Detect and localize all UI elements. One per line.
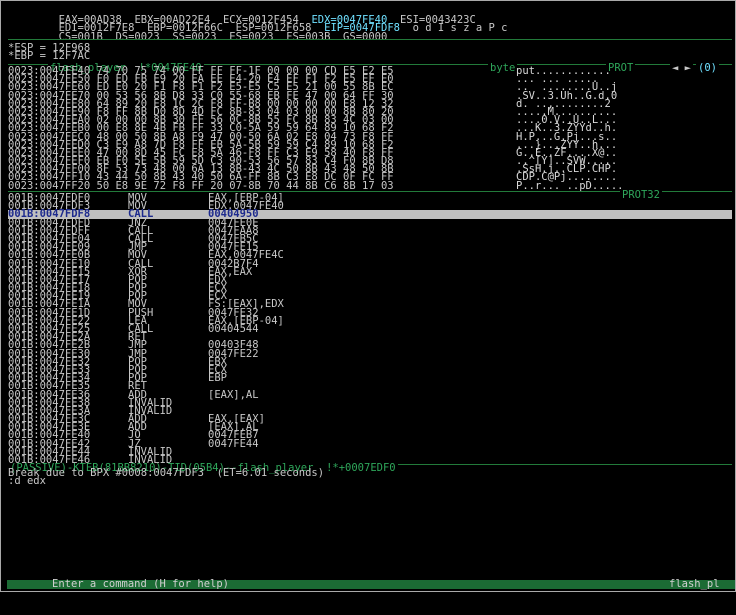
data-bytes-column: 0023:0047FE40 74 70 75 74 00 FF FF FF-1F… (8, 66, 516, 191)
code-row[interactable]: 001B:0047FDF3 MOV EDX,0047FE40 (8, 201, 732, 212)
register-line-1: EAX=00AD38 EBX=00AD22E4 ECX=0012F454 EDX… (8, 8, 732, 26)
code-row[interactable]: 001B:0047FE17 POP EDX (8, 273, 732, 286)
command-log[interactable]: Break due to BPX #0008:0047FDF3 (ET=6.01… (8, 467, 732, 569)
code-footer-separator: (PASSIVE)-KTEB(81BB8210)-TID(05B4)--flas… (8, 463, 732, 473)
code-operands: ECX (208, 363, 227, 376)
code-row[interactable]: 001B:0047FDF0 MOV EAX,[EBP-04] (8, 193, 732, 204)
code-row[interactable]: 001B:0047FE42 JZ 0047FE44 (8, 437, 732, 450)
code-row[interactable]: 001B:0047FE0B MOV EAX,0047FE4C (8, 250, 732, 261)
stack-watch-panel: *ESP = 12F968 *EBP = 12F7AC (8, 42, 732, 63)
code-window-separator: PROT32 (8, 190, 732, 200)
break-message: Break due to BPX #0008:0047FDF3 (ET=6.01… (8, 467, 325, 479)
code-row[interactable]: 001B:0047FE2B JMP 00403F48 (8, 340, 732, 351)
code-row[interactable]: 001B:0047FE1A MOV FS:[EAX],EDX (8, 299, 732, 310)
code-row[interactable]: 001B:0047FDFF CALL 0047FAA8 (8, 225, 732, 236)
code-operands: [EAX],AL (208, 388, 259, 401)
cpu-flags: o d I s z a P c (399, 22, 508, 35)
code-row[interactable]: 001B:0047FE40 JO 0047FEB7 (8, 430, 732, 441)
code-row[interactable]: 001B:0047FE44 INVALID (8, 446, 732, 457)
command-hint: Enter a command (H for help) (52, 578, 230, 590)
segment-registers: CS=001B DS=0023 SS=0023 ES=0023 FS=003B … (58, 30, 388, 43)
code-row[interactable]: 001B:0047FE2A RET (8, 332, 732, 343)
code-row[interactable]: 001B:0047FE30 JMP 0047FE22 (8, 347, 732, 360)
code-row[interactable]: 001B:0047FE3A INVALID (8, 405, 732, 416)
code-operands: EBP (208, 372, 227, 385)
code-row[interactable]: 001B:0047FE34 POP EBP (8, 372, 732, 385)
code-row[interactable]: 001B:0047FE38 INVALID (8, 397, 732, 408)
code-operands: 0042B7F4 (208, 257, 259, 270)
code-row[interactable]: 001B:0047FE3C ADD EAX,[EAX] (8, 414, 732, 425)
status-bar: Enter a command (H for help) flash_pl (7, 578, 735, 590)
debugger-screen: EAX=00AD38 EBX=00AD22E4 ECX=0012F454 EDX… (4, 4, 735, 590)
code-operands: EAX,EAX (208, 265, 253, 278)
current-process: flash_pl (669, 578, 720, 590)
code-row[interactable]: 001B:0047FE09 JMP 0047FE15 (8, 242, 732, 253)
code-row[interactable]: 001B:0047FE36 ADD [EAX],AL (8, 388, 732, 401)
register-panel: EAX=00AD38 EBX=00AD22E4 ECX=0012F454 EDX… (8, 8, 732, 42)
code-operands: 0047FE44 (208, 437, 259, 450)
code-row[interactable]: 001B:0047FE1D PUSH 0047FE32 (8, 307, 732, 318)
softice-window: EAX=00AD38 EBX=00AD22E4 ECX=0012F454 EDX… (0, 0, 736, 592)
code-row[interactable]: 001B:0047FE33 POP ECX (8, 363, 732, 376)
code-row[interactable]: 001B:0047FE10 CALL 0042B7F4 (8, 257, 732, 270)
code-row[interactable]: 001B:0047FE15 XOR EAX,EAX (8, 265, 732, 278)
code-row[interactable]: 001B:0047FE22 LEA EAX,[EBP-04] (8, 315, 732, 326)
code-row-current[interactable]: 001B:0047FDF8 CALL 00404950 (8, 209, 732, 220)
data-row-ascii: P..r... ..pD..... (516, 179, 624, 192)
data-row[interactable]: 0023:0047FF20 50 E8 9E 72 F8 FF 20 07-8B… (8, 180, 516, 191)
code-row[interactable]: 001B:0047FE19 POP ECX (8, 291, 732, 302)
esp-watch: *ESP = 12F968 (8, 42, 91, 54)
code-row[interactable]: 001B:0047FE32 POP EBX (8, 355, 732, 368)
code-row[interactable]: 001B:0047FE04 CALL 0047FB5C (8, 234, 732, 245)
code-row[interactable]: 001B:0047FE3E ADD [EAX],AL (8, 422, 732, 433)
data-ascii-column: put............... ... ....... ........U… (516, 66, 696, 192)
ebp-watch: *EBP = 12F7AC (8, 50, 91, 63)
code-operands: ECX (208, 282, 227, 295)
code-operands: 0047FE22 (208, 347, 259, 360)
code-operands: 00404544 (208, 323, 259, 335)
divider (8, 39, 732, 40)
code-row[interactable]: 001B:0047FE18 POP ECX (8, 282, 732, 295)
code-row[interactable]: 001B:0047FE25 CALL 00404544 (8, 323, 732, 335)
code-operands: EBX (208, 355, 227, 368)
code-operands: EDX (208, 273, 227, 286)
code-window[interactable]: 001B:0047FDF0 MOV EAX,[EBP-04] 001B:0047FDF… (8, 193, 732, 465)
code-row[interactable]: 001B:0047FDFD JNZ 0047FE0E (8, 217, 732, 228)
data-window[interactable]: 0023:0047FE40 74 70 75 74 00 FF FF FF-1F… (8, 66, 732, 193)
code-row[interactable]: 001B:0047FE35 RET (8, 381, 732, 392)
